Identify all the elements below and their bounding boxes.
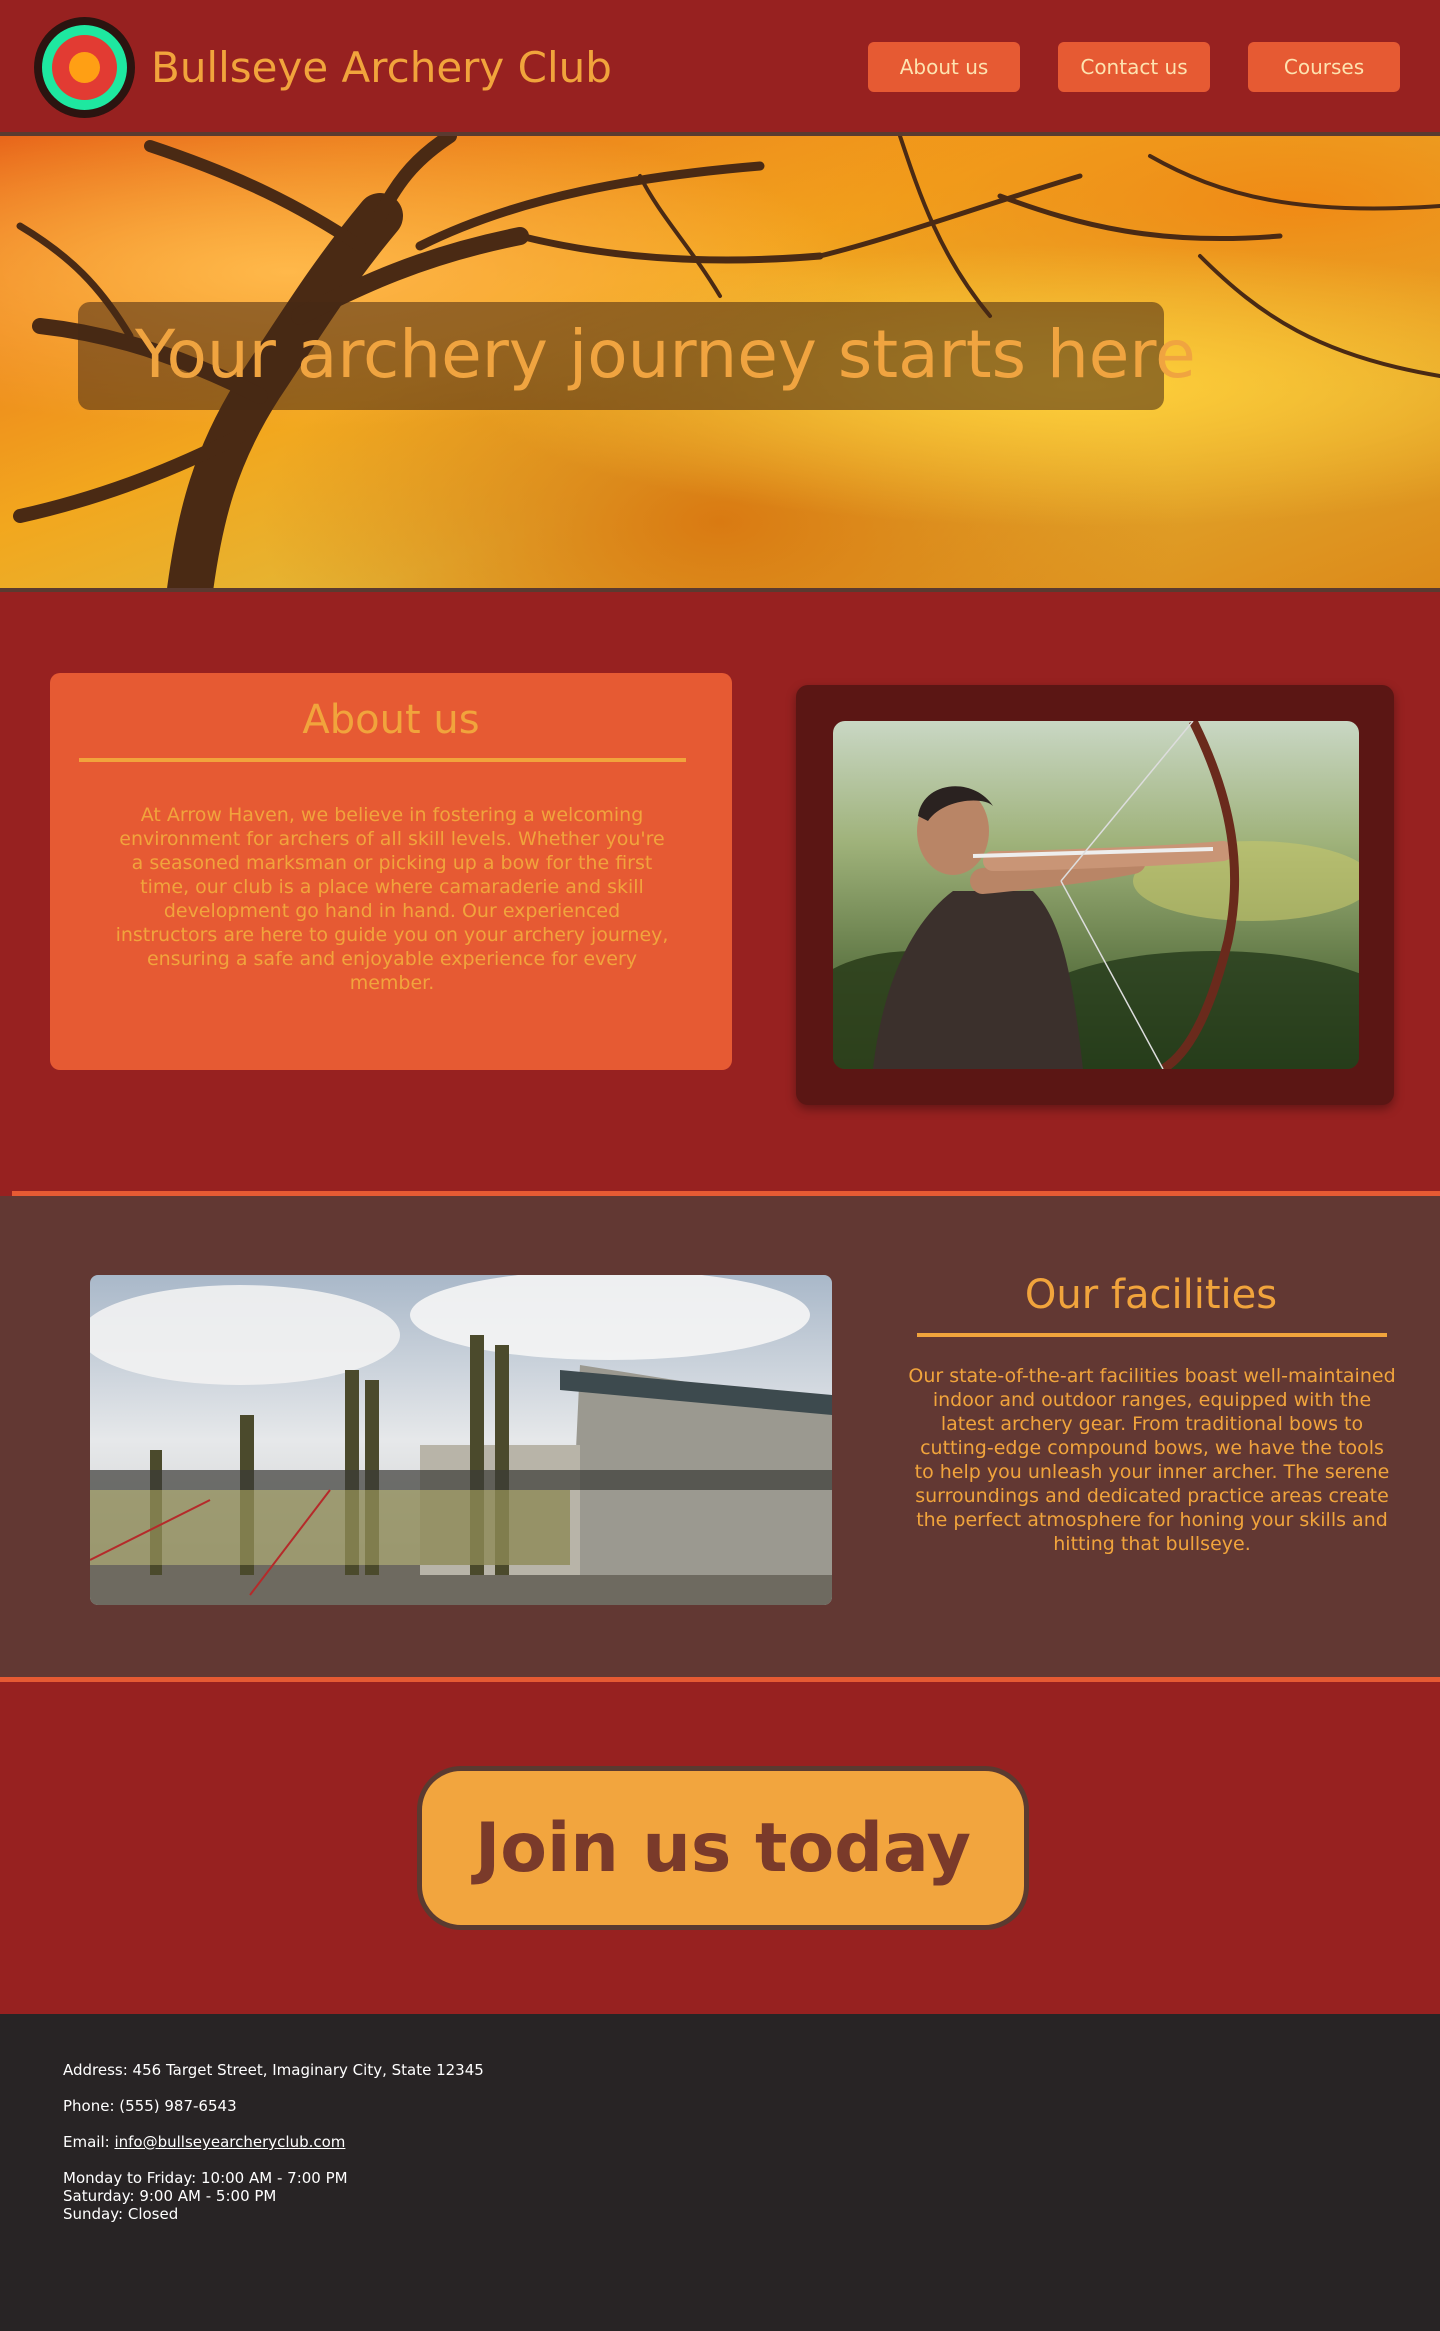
site-footer: Address: 456 Target Street, Imaginary Ci… — [0, 2014, 1440, 2331]
archer-photo — [833, 721, 1359, 1069]
facilities-section: Our facilities Our state-of-the-art faci… — [0, 1196, 1440, 1677]
footer-hours-weekday: Monday to Friday: 10:00 AM - 7:00 PM — [63, 2169, 348, 2187]
footer-hours-saturday: Saturday: 9:00 AM - 5:00 PM — [63, 2187, 277, 2205]
hero-image: Your archery journey starts here — [0, 136, 1440, 590]
footer-address: Address: 456 Target Street, Imaginary Ci… — [63, 2061, 484, 2079]
nav-about-button[interactable]: About us — [868, 42, 1020, 92]
footer-hours-sunday: Sunday: Closed — [63, 2205, 179, 2223]
about-title: About us — [302, 697, 480, 743]
footer-email-label: Email: — [63, 2133, 115, 2151]
footer-email-link[interactable]: info@bullseyearcheryclub.com — [114, 2133, 345, 2151]
nav-courses-button[interactable]: Courses — [1248, 42, 1400, 92]
site-header: Bullseye Archery Club About us Contact u… — [0, 0, 1440, 136]
about-text: At Arrow Haven, we believe in fostering … — [115, 804, 669, 994]
archer-photo-frame — [796, 685, 1394, 1105]
facilities-bottom-divider — [0, 1677, 1440, 1682]
facilities-text: Our state-of-the-art facilities boast we… — [908, 1365, 1396, 1555]
about-underline — [79, 758, 686, 762]
join-us-button[interactable]: Join us today — [417, 1766, 1029, 1930]
footer-email-row: Email: info@bullseyearcheryclub.com — [63, 2133, 345, 2151]
nav-contact-button[interactable]: Contact us — [1058, 42, 1210, 92]
footer-phone: Phone: (555) 987-6543 — [63, 2097, 237, 2115]
about-card: About us At Arrow Haven, we believe in f… — [50, 673, 732, 1070]
hero-title: Your archery journey starts here — [135, 316, 1196, 393]
range-photo — [90, 1275, 832, 1605]
site-title: Bullseye Archery Club — [151, 43, 612, 92]
hero-divider — [0, 588, 1440, 592]
facilities-title: Our facilities — [1024, 1272, 1278, 1318]
target-icon[interactable] — [34, 17, 135, 118]
facilities-underline — [917, 1333, 1387, 1337]
